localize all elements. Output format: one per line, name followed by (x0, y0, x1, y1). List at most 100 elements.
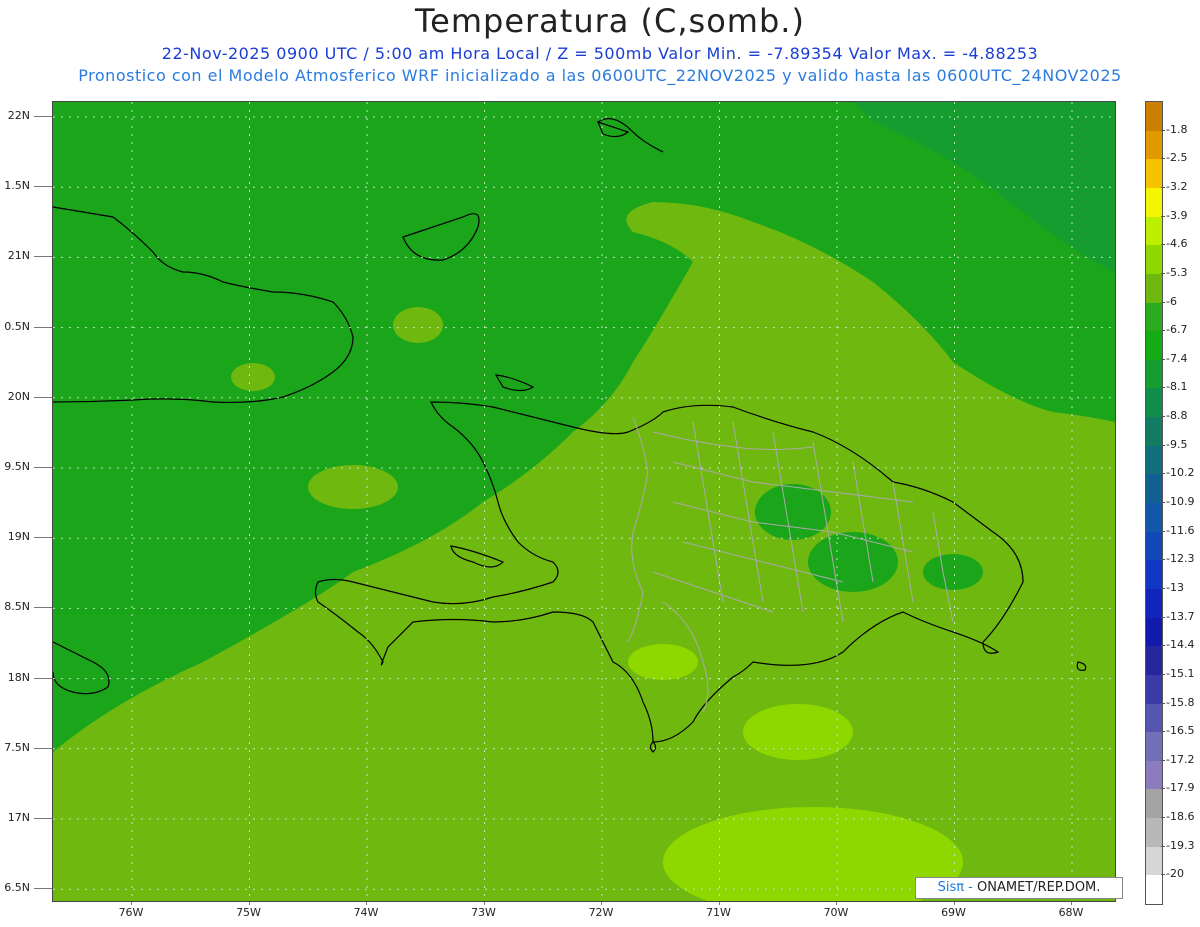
legend-color-swatch (1146, 331, 1162, 361)
legend-tick (1161, 301, 1165, 303)
legend-color-swatch (1146, 130, 1162, 160)
legend-tick (1161, 673, 1165, 675)
longitude-label: 68W (1058, 906, 1084, 919)
field-warm-patch (628, 644, 698, 680)
legend-label: -14.4 (1166, 638, 1195, 652)
latitude-tick (34, 116, 52, 117)
legend-color-swatch (1146, 789, 1162, 819)
run-info-line: 22-Nov-2025 0900 UTC / 5:00 am Hora Loca… (161, 44, 1039, 63)
field-band-patch (308, 465, 398, 509)
longitude-label: 73W (471, 906, 496, 919)
forecast-info-line: Pronostico con el Modelo Atmosferico WRF… (78, 66, 1122, 85)
legend-label: -3.9 (1166, 208, 1188, 222)
legend-color-swatch (1146, 760, 1162, 790)
credit-brand: Sisπ - (937, 880, 973, 895)
legend-tick (1161, 788, 1165, 790)
legend-tick (1161, 416, 1165, 418)
legend-tick (1161, 645, 1165, 647)
legend-label: -2.5 (1166, 151, 1188, 165)
legend-tick (1161, 845, 1165, 847)
legend-label: -17.2 (1166, 752, 1195, 766)
legend-color-swatch (1146, 273, 1162, 303)
latitude-tick (34, 537, 52, 539)
legend-tick (1161, 272, 1165, 274)
legend-label: -18.6 (1166, 810, 1195, 824)
legend-tick (1161, 587, 1165, 589)
latitude-label: 22N (7, 109, 30, 122)
legend-tick (1161, 186, 1165, 188)
map-title: Temperatura (C,somb.) (415, 2, 805, 40)
legend-tick (1161, 358, 1165, 360)
legend-tick (1161, 559, 1165, 561)
longitude-label: 69W (941, 906, 966, 919)
legend-label: -15.1 (1166, 666, 1195, 680)
legend-label: -19.3 (1166, 838, 1195, 852)
legend-label: -6 (1166, 294, 1177, 308)
legend-color-swatch (1146, 588, 1162, 619)
legend-tick (1161, 817, 1165, 819)
legend-label: -9.5 (1166, 437, 1188, 451)
longitude-label: 74W (353, 906, 379, 919)
latitude-tick (34, 326, 52, 328)
legend-label: -4.6 (1166, 237, 1188, 251)
source-credit: Sisπ - ONAMET/REP.DOM. (915, 877, 1123, 899)
legend-tick (1161, 444, 1165, 446)
field-band-patch (393, 307, 443, 343)
legend-color-swatch (1146, 388, 1162, 418)
field-cool-patch (808, 532, 898, 592)
legend-color-swatch (1146, 503, 1162, 533)
legend-tick (1161, 530, 1165, 532)
legend-color-swatch (1146, 674, 1162, 704)
legend-tick (1161, 215, 1165, 217)
legend-color-swatch (1146, 560, 1162, 590)
legend-label: -15.8 (1166, 695, 1195, 709)
latitude-label: 8.5N (4, 600, 30, 614)
legend-color-swatch (1146, 617, 1162, 647)
legend-tick (1161, 874, 1165, 876)
legend-color-swatch (1146, 302, 1162, 332)
legend-color-swatch (1146, 732, 1162, 762)
legend-tick (1161, 387, 1165, 389)
legend-label: -13 (1166, 580, 1184, 594)
latitude-tick (34, 818, 52, 819)
legend-label: -6.7 (1166, 323, 1188, 337)
longitude-label: 76W (118, 906, 144, 919)
legend-color-swatch (1146, 159, 1162, 189)
credit-org: ONAMET/REP.DOM. (977, 880, 1101, 895)
latitude-tick (34, 888, 52, 890)
legend-color-swatch (1146, 646, 1162, 676)
temperature-field (53, 102, 1115, 901)
longitude-label: 71W (706, 906, 731, 919)
legend-label: -3.2 (1166, 179, 1188, 193)
legend-color-swatch (1146, 474, 1162, 504)
legend-color-swatch (1146, 818, 1162, 848)
legend-tick (1161, 473, 1165, 475)
legend-label: -12.3 (1166, 552, 1195, 566)
legend-color-swatch (1146, 875, 1162, 905)
legend-label: -17.9 (1166, 781, 1195, 795)
latitude-label: 6.5N (4, 881, 30, 895)
latitude-label: 7.5N (4, 740, 30, 754)
legend-label: -16.5 (1166, 724, 1195, 738)
legend-label: -5.3 (1166, 265, 1188, 279)
legend-tick (1161, 702, 1165, 704)
legend-color-swatch (1146, 445, 1162, 475)
legend-color-swatch (1146, 417, 1162, 447)
legend-label: -10.2 (1166, 466, 1195, 480)
legend-tick (1161, 244, 1165, 246)
latitude-tick (34, 256, 52, 258)
latitude-label: 18N (7, 670, 30, 684)
legend-tick (1161, 158, 1165, 160)
legend-color-swatch (1146, 216, 1162, 246)
latitude-label: 0.5N (4, 319, 30, 333)
longitude-label: 72W (588, 906, 614, 919)
legend-label: -1.8 (1166, 122, 1188, 136)
legend-color-swatch (1146, 359, 1162, 389)
legend-color-swatch (1146, 245, 1162, 275)
temperature-map (52, 101, 1116, 902)
latitude-tick (34, 607, 52, 609)
latitude-label: 1.5N (4, 179, 30, 193)
legend-color-swatch (1146, 102, 1162, 132)
latitude-label: 19N (7, 530, 30, 544)
legend-tick (1161, 731, 1165, 733)
